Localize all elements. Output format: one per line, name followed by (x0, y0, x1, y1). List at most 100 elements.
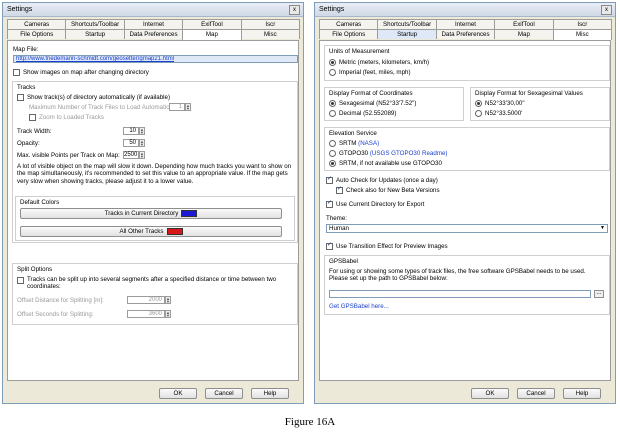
ok-button[interactable]: OK (159, 388, 197, 399)
tab-file-options[interactable]: File Options (7, 29, 67, 39)
tracks-group-title: Tracks (17, 84, 36, 91)
cancel-button[interactable]: Cancel (205, 388, 243, 399)
decimal-option[interactable]: Decimal (52.552089) (329, 110, 396, 117)
help-button[interactable]: Help (251, 388, 289, 399)
cancel-button[interactable]: Cancel (517, 388, 555, 399)
tab-map[interactable]: Map (494, 29, 554, 39)
theme-select[interactable]: Human ▼ (326, 224, 608, 233)
tab-iscr[interactable]: Iscr (552, 19, 613, 29)
transition-checkbox[interactable] (326, 241, 333, 250)
title-bar: Settings x (315, 3, 615, 17)
units-imperial-option[interactable]: Imperial (feet, miles, mph) (329, 69, 411, 76)
units-metric-option[interactable]: Metric (meters, kilometers, km/h) (329, 59, 429, 66)
srtm-fallback-option[interactable]: SRTM, if not available use GTOPO30 (329, 160, 442, 167)
tab-cameras[interactable]: Cameras (319, 19, 379, 29)
tab-data-preferences[interactable]: Data Preferences (435, 29, 496, 39)
help-button[interactable]: Help (563, 388, 601, 399)
gtopo-readme-link[interactable]: (USGS GTOPO30 Readme) (370, 150, 448, 157)
tab-internet[interactable]: Internet (123, 19, 184, 29)
theme-label: Theme: (326, 215, 347, 222)
max-tracks-spinner[interactable]: ▲ ▼ (185, 103, 191, 111)
close-icon[interactable]: x (289, 5, 300, 15)
gtopo-option[interactable]: GTOPO30 (USGS GTOPO30 Readme) (329, 150, 447, 157)
default-colors-title: Default Colors (20, 199, 60, 206)
max-points-input[interactable]: 2500 (123, 151, 139, 159)
max-points-label: Max. visible Points per Track on Map: (17, 152, 120, 159)
split-checkbox[interactable] (17, 277, 24, 284)
get-gpsbabel-link[interactable]: Get GPSBabel here... (329, 303, 389, 310)
current-dir-color-swatch (181, 209, 198, 217)
srtm-option[interactable]: SRTM (NASA) (329, 140, 379, 147)
map-file-input[interactable]: http://www.friedemann-schmidt.com/geoset… (13, 55, 298, 63)
show-images-checkbox[interactable] (13, 69, 20, 76)
sexa-format-label-1: N52°33'30,00" (485, 100, 525, 108)
opacity-input[interactable]: 50 (123, 139, 139, 147)
tab-startup[interactable]: Startup (65, 29, 125, 39)
tab-shortcuts-toolbar[interactable]: Shortcuts/Toolbar (377, 19, 437, 29)
theme-select-value: Human (329, 225, 349, 232)
units-metric-radio[interactable] (329, 59, 336, 66)
track-width-spinner[interactable]: ▲ ▼ (139, 127, 145, 135)
gpsbabel-info-text: For using or showing some types of track… (329, 268, 586, 283)
other-tracks-color-button[interactable]: All Other Tracks (20, 226, 282, 237)
zoom-tracks-checkbox[interactable] (29, 114, 36, 121)
auto-check-checkbox[interactable] (326, 175, 333, 184)
offset-seconds-spinner[interactable]: ▲ ▼ (165, 310, 171, 318)
figure-caption: Figure 16A (284, 416, 336, 428)
srtm-fallback-radio[interactable] (329, 160, 336, 167)
tab-internet[interactable]: Internet (435, 19, 496, 29)
coord-format-title: Display Format of Coordinates (329, 90, 413, 97)
sexa-format-radio-2[interactable] (475, 110, 482, 117)
track-width-input[interactable]: 10 (123, 127, 139, 135)
zoom-tracks-option[interactable]: Zoom to Loaded Tracks (29, 114, 104, 121)
split-option[interactable] (17, 276, 27, 284)
srtm-nasa-link[interactable]: (NASA) (358, 140, 379, 147)
browse-button[interactable]: ... (594, 290, 604, 298)
max-points-spinner[interactable]: ▲ ▼ (139, 151, 145, 159)
gpsbabel-path-input[interactable] (329, 290, 591, 298)
sexagesimal-option[interactable]: Sexagesimal (N52°33'7.52") (329, 100, 416, 107)
gtopo-radio[interactable] (329, 150, 336, 157)
auto-check-option[interactable]: Auto Check for Updates (once a day) (326, 175, 438, 184)
max-tracks-input[interactable]: 1 (169, 103, 185, 111)
show-images-option[interactable]: Show images on map after changing direct… (13, 69, 149, 76)
decimal-radio[interactable] (329, 110, 336, 117)
current-dir-export-option[interactable]: Use Current Directory for Export (326, 199, 424, 208)
map-file-label: Map File: (13, 46, 39, 53)
tab-shortcuts-toolbar[interactable]: Shortcuts/Toolbar (65, 19, 125, 29)
tab-misc[interactable]: Misc (552, 29, 613, 40)
tab-cameras[interactable]: Cameras (7, 19, 67, 29)
offset-distance-spinner[interactable]: ▲ ▼ (165, 296, 171, 304)
units-imperial-radio[interactable] (329, 69, 336, 76)
elevation-service-group: Elevation Service SRTM (NASA) GTOPO30 (U… (324, 127, 610, 171)
tracks-group: Tracks Show track(s) of directory automa… (12, 81, 298, 243)
units-imperial-label: Imperial (feet, miles, mph) (339, 69, 411, 77)
tab-startup[interactable]: Startup (377, 29, 437, 39)
tab-map[interactable]: Map (182, 29, 242, 40)
srtm-radio[interactable] (329, 140, 336, 147)
sexagesimal-radio[interactable] (329, 100, 336, 107)
transition-option[interactable]: Use Transition Effect for Preview Images (326, 241, 448, 250)
beta-check-checkbox[interactable] (336, 185, 343, 194)
ok-button[interactable]: OK (471, 388, 509, 399)
tracks-info-text: A lot of visible object on the map will … (17, 163, 292, 185)
other-tracks-color-swatch (166, 227, 183, 235)
offset-distance-input[interactable]: 2000 (127, 296, 165, 304)
beta-check-option[interactable]: Check also for New Beta Versions (336, 185, 440, 194)
show-tracks-checkbox[interactable] (17, 94, 24, 101)
tab-iscr[interactable]: Iscr (240, 19, 301, 29)
tab-exiftool[interactable]: ExifTool (182, 19, 242, 29)
tab-file-options[interactable]: File Options (319, 29, 379, 39)
opacity-spinner[interactable]: ▲ ▼ (139, 139, 145, 147)
current-dir-export-checkbox[interactable] (326, 199, 333, 208)
sexa-format-radio-1[interactable] (475, 100, 482, 107)
tab-misc[interactable]: Misc (240, 29, 301, 39)
sexa-format-option-2[interactable]: N52°33.5000' (475, 110, 522, 117)
sexa-format-option-1[interactable]: N52°33'30,00" (475, 100, 525, 107)
tab-data-preferences[interactable]: Data Preferences (123, 29, 184, 39)
close-icon[interactable]: x (601, 5, 612, 15)
show-tracks-option[interactable]: Show track(s) of directory automatically… (17, 94, 170, 101)
current-dir-color-button[interactable]: Tracks in Current Directory (20, 208, 282, 219)
offset-seconds-input[interactable]: 3600 (127, 310, 165, 318)
tab-exiftool[interactable]: ExifTool (494, 19, 554, 29)
